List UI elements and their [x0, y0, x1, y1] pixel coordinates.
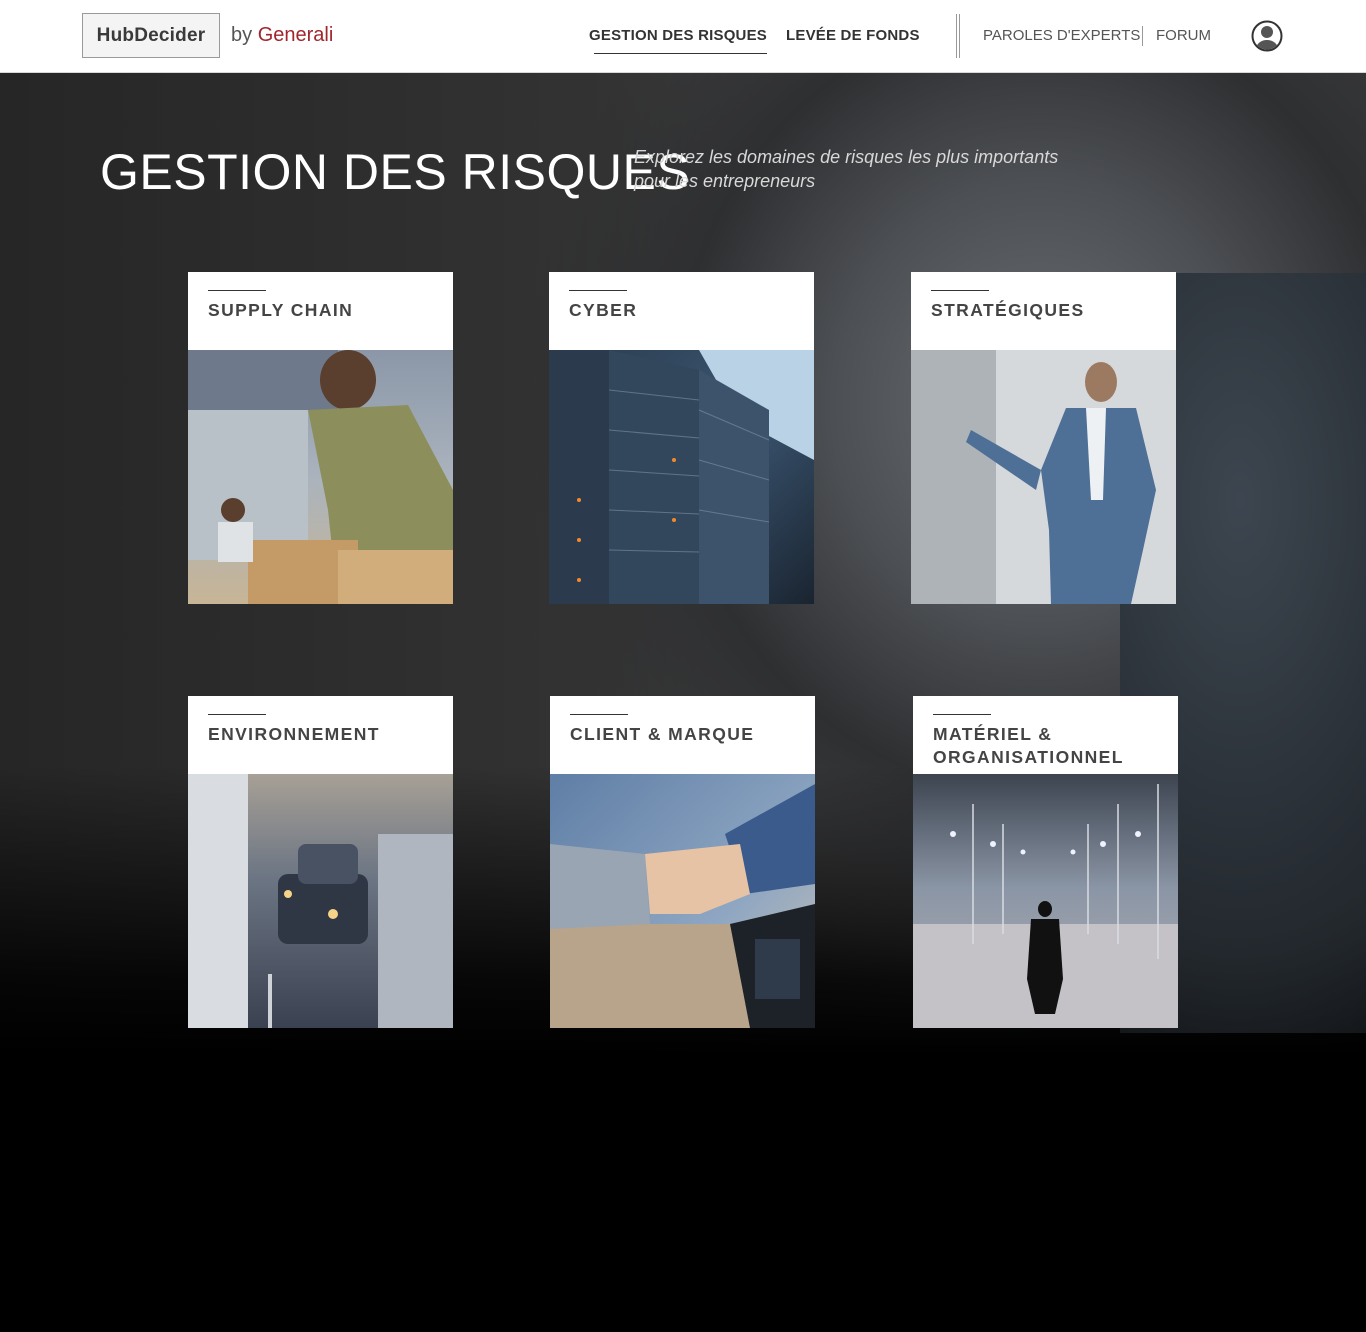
hubdecider-logo[interactable]: HubDecider [82, 13, 220, 58]
card-image-businessman [911, 350, 1176, 604]
card-title: CLIENT & MARQUE [570, 724, 755, 744]
card-rule [569, 290, 627, 291]
card-image-server-room [549, 350, 814, 604]
card-title: MATÉRIEL & ORGANISATIONNEL [933, 724, 1124, 767]
brand-name: Generali [257, 24, 334, 46]
card-title: STRATÉGIQUES [931, 300, 1085, 320]
card-header: CYBER [549, 272, 814, 350]
card-rule [570, 714, 628, 715]
card-header: CLIENT & MARQUE [550, 696, 815, 774]
card-header: STRATÉGIQUES [911, 272, 1176, 350]
nav-gestion-des-risques[interactable]: GESTION DES RISQUES [589, 27, 767, 54]
card-image-warehouse-worker [188, 350, 453, 604]
nav-forum[interactable]: FORUM [1156, 27, 1211, 44]
by-generali: by Generali [231, 24, 333, 47]
card-rule [208, 290, 266, 291]
page-title: GESTION DES RISQUES [100, 144, 691, 200]
hero-background: GESTION DES RISQUES Explorez les domaine… [0, 73, 1366, 1332]
card-cyber[interactable]: CYBER [549, 272, 814, 604]
site-header: HubDecider by Generali GESTION DES RISQU… [0, 0, 1366, 73]
card-environnement[interactable]: ENVIRONNEMENT [188, 696, 453, 1028]
card-image-empty-hall [913, 774, 1178, 1028]
user-circle-icon[interactable] [1251, 20, 1283, 52]
card-title: ENVIRONNEMENT [208, 724, 380, 744]
card-header: SUPPLY CHAIN [188, 272, 453, 350]
card-strategiques[interactable]: STRATÉGIQUES [911, 272, 1176, 604]
nav-divider [956, 14, 960, 58]
logo-text: HubDecider [96, 24, 206, 46]
card-client-marque[interactable]: CLIENT & MARQUE [550, 696, 815, 1028]
card-image-handshake [550, 774, 815, 1028]
card-supply-chain[interactable]: SUPPLY CHAIN [188, 272, 453, 604]
by-label: by [231, 24, 253, 46]
card-image-traffic [188, 774, 453, 1028]
card-title: CYBER [569, 300, 638, 320]
card-rule [931, 290, 989, 291]
card-materiel-organisationnel[interactable]: MATÉRIEL & ORGANISATIONNEL [913, 696, 1178, 1028]
card-header: MATÉRIEL & ORGANISATIONNEL [913, 696, 1178, 774]
nav-levee-de-fonds[interactable]: LEVÉE DE FONDS [786, 27, 920, 44]
card-rule [208, 714, 266, 715]
page-subtitle: Explorez les domaines de risques les plu… [634, 147, 1059, 191]
nav-divider-small [1142, 26, 1143, 46]
nav-paroles-d-experts[interactable]: PAROLES D'EXPERTS [983, 27, 1140, 44]
card-title: SUPPLY CHAIN [208, 300, 354, 320]
card-header: ENVIRONNEMENT [188, 696, 453, 774]
card-rule [933, 714, 991, 715]
